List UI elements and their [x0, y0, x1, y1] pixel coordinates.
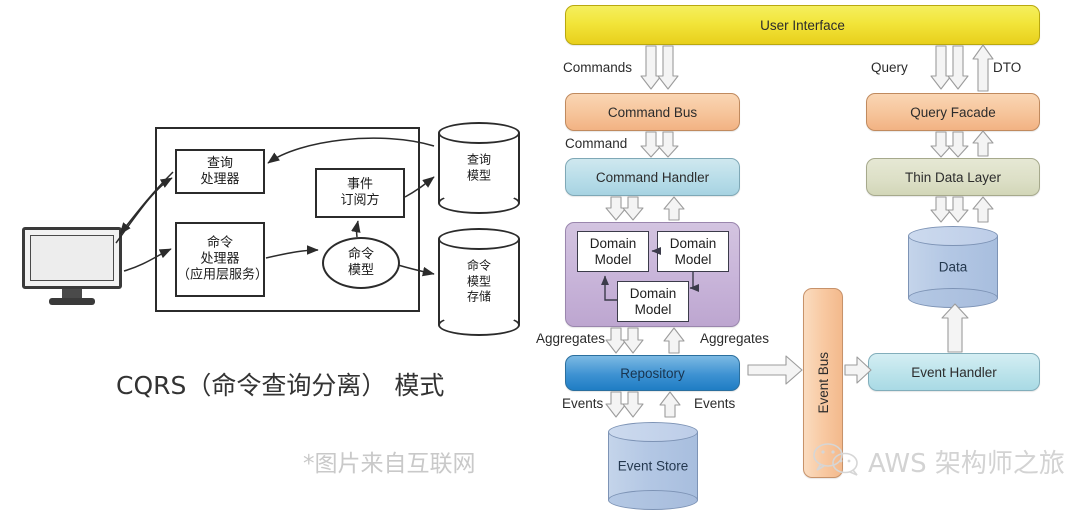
- event-bus-label: Event Bus: [815, 352, 831, 414]
- wechat-icon: [813, 443, 858, 476]
- cylinder-bottom: [908, 288, 998, 308]
- repository-label: Repository: [620, 365, 685, 381]
- domain-model-box-1[interactable]: Domain Model: [577, 231, 649, 272]
- user-interface-label: User Interface: [760, 17, 845, 33]
- repository-box[interactable]: Repository: [565, 355, 740, 391]
- edge-label-events-left: Events: [562, 396, 604, 411]
- diagram-canvas: 查询 处理器 命令 处理器 （应用层服务） 事件 订阅方 命令 模型 查询 模型…: [0, 0, 1080, 510]
- command-handler-label: Command Handler: [595, 169, 710, 185]
- cylinder-top: [908, 226, 998, 246]
- data-label: Data: [938, 259, 968, 275]
- domain-model-box-2[interactable]: Domain Model: [657, 231, 729, 272]
- user-interface-box[interactable]: User Interface: [565, 5, 1040, 45]
- thin-data-layer-label: Thin Data Layer: [904, 169, 1002, 185]
- edge-label-aggregates-right: Aggregates: [700, 331, 770, 346]
- event-store-cylinder[interactable]: Event Store: [608, 422, 698, 510]
- event-handler-label: Event Handler: [911, 364, 997, 380]
- command-bus-label: Command Bus: [607, 104, 698, 120]
- edge-label-commands: Commands: [563, 60, 633, 75]
- edge-label-aggregates-left: Aggregates: [536, 331, 606, 346]
- domain-model-label: Domain Model: [589, 236, 637, 267]
- wechat-watermark: AWS 架构师之旅: [812, 440, 1080, 480]
- query-facade-box[interactable]: Query Facade: [866, 93, 1040, 131]
- cylinder-bottom: [608, 490, 698, 510]
- command-handler-box[interactable]: Command Handler: [565, 158, 740, 196]
- thin-data-layer-box[interactable]: Thin Data Layer: [866, 158, 1040, 196]
- edge-label-command: Command: [565, 136, 628, 151]
- edge-label-dto: DTO: [993, 60, 1022, 75]
- event-store-label: Event Store: [617, 458, 689, 474]
- edge-label-events-right: Events: [694, 396, 736, 411]
- right-cqrs-diagram: User Interface Command Bus Command Handl…: [0, 0, 1080, 510]
- domain-model-box-3[interactable]: Domain Model: [617, 281, 689, 322]
- cylinder-top: [608, 422, 698, 442]
- watermark-text: AWS 架构师之旅: [868, 449, 1065, 479]
- query-facade-label: Query Facade: [910, 104, 996, 120]
- domain-model-label: Domain Model: [669, 236, 717, 267]
- command-bus-box[interactable]: Command Bus: [565, 93, 740, 131]
- domain-model-label: Domain Model: [629, 286, 677, 317]
- data-cylinder[interactable]: Data: [908, 226, 998, 308]
- edge-label-query: Query: [871, 60, 908, 75]
- event-handler-box[interactable]: Event Handler: [868, 353, 1040, 391]
